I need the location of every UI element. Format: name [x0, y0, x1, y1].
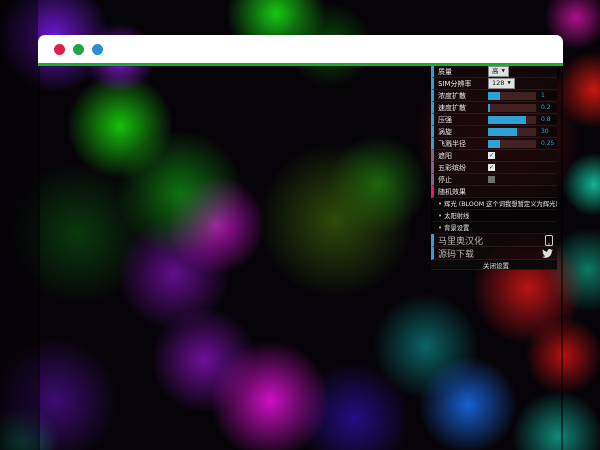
curl-slider[interactable]: [488, 128, 536, 136]
bloom-folder[interactable]: • 辉光 (BLOOM 这个词我想暂定义为辉光): [431, 198, 557, 210]
velocity-diffusion-value[interactable]: 0.2: [539, 104, 557, 112]
window-content: 质量 高 ▼ SIM分辨率 128 ▼ 浓度扩散 1: [38, 66, 563, 450]
splat-radius-slider[interactable]: [488, 140, 536, 148]
colorful-checkbox[interactable]: ✓: [488, 164, 495, 171]
folder-bullet-icon: •: [438, 200, 442, 208]
window-close-dot[interactable]: [54, 44, 65, 55]
splat-radius-value[interactable]: 0.25: [539, 140, 557, 148]
pressure-value[interactable]: 0.8: [539, 116, 557, 124]
mobile-phone-icon: [545, 235, 553, 246]
slider-fill: [488, 140, 500, 148]
splat-radius-label: 飞溅半径: [438, 139, 488, 149]
sim-resolution-label: SIM分辨率: [438, 79, 488, 89]
source-download-label: 源码下载: [438, 247, 542, 260]
pressure-slider[interactable]: [488, 116, 536, 124]
velocity-diffusion-row: 速度扩散 0.2: [431, 102, 557, 114]
sim-resolution-select-value: 128: [492, 79, 504, 88]
quality-select-value: 高: [492, 67, 499, 76]
velocity-diffusion-label: 速度扩散: [438, 103, 488, 113]
chevron-down-icon: ▼: [507, 79, 510, 88]
twitter-icon: [542, 249, 553, 258]
bloom-folder-label: 辉光 (BLOOM 这个词我想暂定义为辉光): [444, 199, 557, 208]
curl-label: 涡旋: [438, 127, 488, 137]
browser-window: 质量 高 ▼ SIM分辨率 128 ▼ 浓度扩散 1: [38, 35, 563, 450]
window-maximize-dot[interactable]: [92, 44, 103, 55]
close-settings-label: 关闭设置: [483, 260, 509, 270]
paused-label: 停止: [438, 175, 488, 185]
paused-row: 停止: [431, 174, 557, 186]
slider-fill: [488, 104, 490, 112]
window-minimize-dot[interactable]: [73, 44, 84, 55]
window-titlebar: [38, 35, 563, 63]
slider-fill: [488, 92, 500, 100]
background-settings-folder-label: 背景设置: [444, 223, 469, 232]
slider-fill: [488, 116, 526, 124]
sim-resolution-select[interactable]: 128 ▼: [488, 78, 515, 89]
quality-label: 质量: [438, 67, 488, 77]
slider-fill: [488, 128, 517, 136]
colorful-row: 五彩缤纷 ✓: [431, 162, 557, 174]
desktop-background-shade: [0, 0, 38, 450]
close-settings-button[interactable]: 关闭设置: [431, 260, 557, 270]
background-settings-folder[interactable]: • 背景设置: [431, 222, 557, 234]
pressure-label: 压强: [438, 115, 488, 125]
density-diffusion-slider[interactable]: [488, 92, 536, 100]
localization-credit-label: 马里奥汉化: [438, 234, 545, 247]
splat-radius-row: 飞溅半径 0.25: [431, 138, 557, 150]
colorful-label: 五彩缤纷: [438, 163, 488, 173]
shading-label: 遮阳: [438, 151, 488, 161]
quality-row: 质量 高 ▼: [431, 66, 557, 78]
shading-row: 遮阳 ✓: [431, 150, 557, 162]
random-splats-button[interactable]: 随机效果: [431, 186, 557, 198]
pressure-row: 压强 0.8: [431, 114, 557, 126]
sunrays-folder[interactable]: • 太阳射线: [431, 210, 557, 222]
curl-value[interactable]: 30: [539, 128, 557, 136]
shading-checkbox[interactable]: ✓: [488, 152, 495, 159]
folder-bullet-icon: •: [438, 212, 442, 220]
folder-bullet-icon: •: [438, 224, 442, 232]
chevron-down-icon: ▼: [502, 67, 505, 76]
sunrays-folder-label: 太阳射线: [444, 211, 469, 220]
velocity-diffusion-slider[interactable]: [488, 104, 536, 112]
density-diffusion-row: 浓度扩散 1: [431, 90, 557, 102]
density-diffusion-value[interactable]: 1: [539, 92, 557, 100]
settings-panel: 质量 高 ▼ SIM分辨率 128 ▼ 浓度扩散 1: [431, 66, 557, 270]
sim-resolution-row: SIM分辨率 128 ▼: [431, 78, 557, 90]
localization-credit-link[interactable]: 马里奥汉化: [431, 234, 557, 247]
source-download-link[interactable]: 源码下载: [431, 247, 557, 260]
density-diffusion-label: 浓度扩散: [438, 91, 488, 101]
random-splats-label: 随机效果: [438, 187, 466, 197]
quality-select[interactable]: 高 ▼: [488, 66, 509, 77]
paused-checkbox[interactable]: [488, 176, 495, 183]
curl-row: 涡旋 30: [431, 126, 557, 138]
